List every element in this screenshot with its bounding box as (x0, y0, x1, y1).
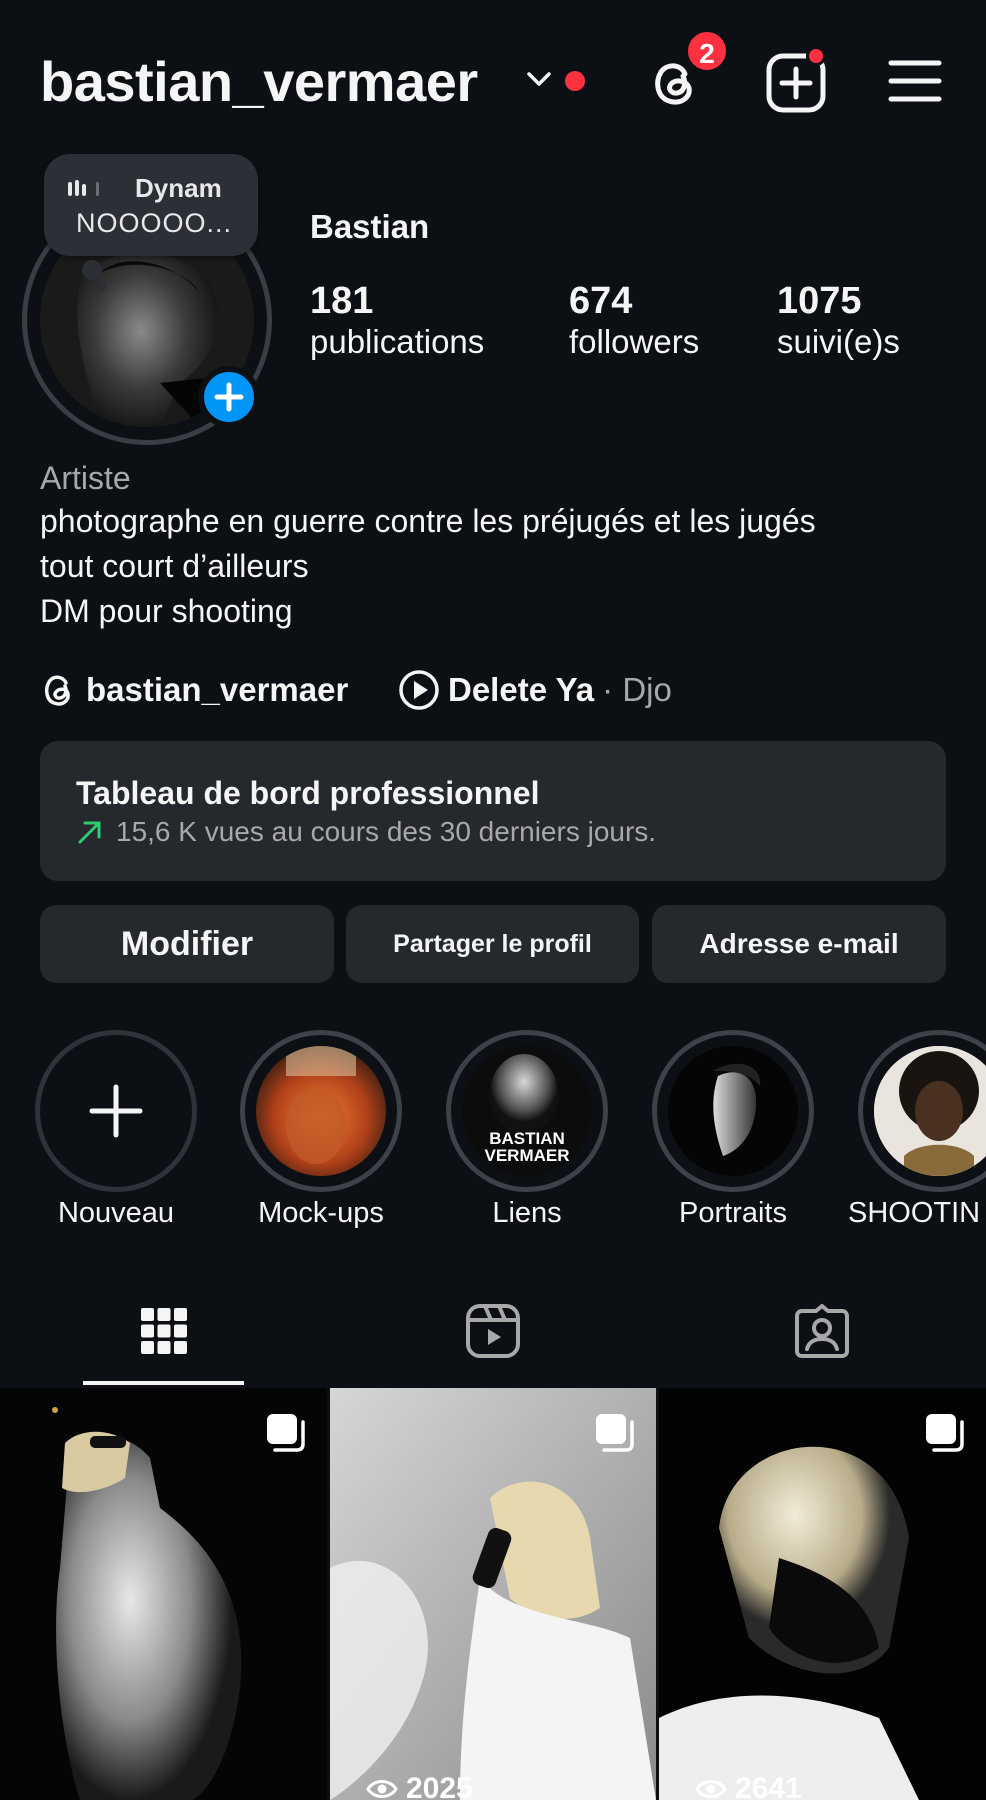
stat-posts[interactable]: 181 publications (310, 280, 484, 361)
highlight-mockups-cover (256, 1046, 386, 1176)
new-post-dot (806, 46, 826, 66)
dashboard-subtitle: 15,6 K vues au cours des 30 derniers jou… (116, 816, 657, 847)
profile-category: Artiste (40, 460, 131, 496)
email-button[interactable]: Adresse e-mail (652, 905, 946, 983)
highlight-new[interactable] (35, 1030, 197, 1192)
note-text: NOOOOO... (76, 208, 233, 238)
stat-following-value: 1075 (777, 280, 862, 322)
bio-line: DM pour shooting (40, 593, 293, 629)
highlight-portraits-cover (668, 1046, 798, 1176)
post-thumbnail[interactable]: 2641 (659, 1388, 986, 1800)
dashboard-title: Tableau de bord professionnel (76, 775, 540, 811)
post-views: 2641 (695, 1772, 802, 1800)
threads-profile-link[interactable]: bastian_vermaer (40, 668, 348, 712)
stat-followers-value: 674 (569, 280, 633, 322)
highlight-label: Mock-ups (258, 1197, 384, 1229)
highlight-label: SHOOTIN (848, 1197, 981, 1229)
add-story-button[interactable] (198, 366, 260, 428)
notification-dot (565, 71, 585, 91)
threads-handle: bastian_vermaer (86, 671, 349, 708)
multiple-posts-icon (926, 1414, 964, 1452)
play-circle-icon (399, 670, 439, 710)
highlight-label: Liens (492, 1197, 562, 1229)
tagged-tab-icon[interactable] (794, 1303, 850, 1359)
share-profile-button[interactable]: Partager le profil (346, 905, 639, 983)
display-name: Bastian (310, 208, 430, 245)
note-title: Dynam (135, 173, 222, 203)
trend-up-icon (78, 821, 101, 844)
plus-icon (89, 1084, 143, 1138)
post-views-count: 2641 (735, 1772, 802, 1800)
stat-followers[interactable]: 674 followers (569, 280, 699, 361)
active-tab-indicator (83, 1381, 244, 1385)
music-bars-icon (68, 180, 99, 196)
post-views-count: 2025 (406, 1772, 473, 1800)
grid-tab-icon[interactable] (136, 1303, 192, 1359)
bio-line: photographe en guerre contre les préjugé… (40, 503, 816, 539)
bio-line: tout court d’ailleurs (40, 548, 309, 584)
note-bubble-tail (82, 260, 102, 280)
chevron-down-icon[interactable] (524, 64, 554, 94)
stat-following[interactable]: 1075 suivi(e)s (777, 280, 900, 361)
edit-profile-button[interactable]: Modifier (40, 905, 334, 983)
music-artist: · Djo (602, 671, 672, 708)
eye-icon (366, 1780, 398, 1798)
eye-icon (695, 1780, 727, 1798)
highlight-links-cover: BASTIAN VERMAER (462, 1046, 592, 1176)
profile-music-link[interactable]: Delete Ya · Djo (398, 668, 672, 712)
multiple-posts-icon (267, 1414, 305, 1452)
menu-icon[interactable] (888, 57, 942, 105)
note-bubble-tail-small (96, 282, 106, 292)
multiple-posts-icon (596, 1414, 634, 1452)
note-bubble[interactable] (44, 154, 258, 256)
stat-following-label: suivi(e)s (777, 323, 900, 360)
highlight-label: Portraits (679, 1197, 787, 1229)
highlight-links-overlay-text: BASTIAN VERMAER (484, 1129, 570, 1165)
stat-posts-label: publications (310, 323, 485, 360)
post-thumbnail[interactable]: 2025 (330, 1388, 656, 1800)
post-views: 2025 (366, 1772, 473, 1800)
post-thumbnail[interactable] (0, 1388, 327, 1800)
stat-followers-label: followers (569, 323, 700, 360)
threads-badge: 2 (685, 29, 729, 73)
stat-posts-value: 181 (310, 280, 374, 322)
music-song: Delete Ya (448, 671, 595, 708)
threads-small-icon (44, 675, 70, 706)
highlight-label: Nouveau (57, 1197, 175, 1229)
profile-username[interactable]: bastian_vermaer (40, 46, 478, 118)
reels-tab-icon[interactable] (465, 1303, 521, 1359)
